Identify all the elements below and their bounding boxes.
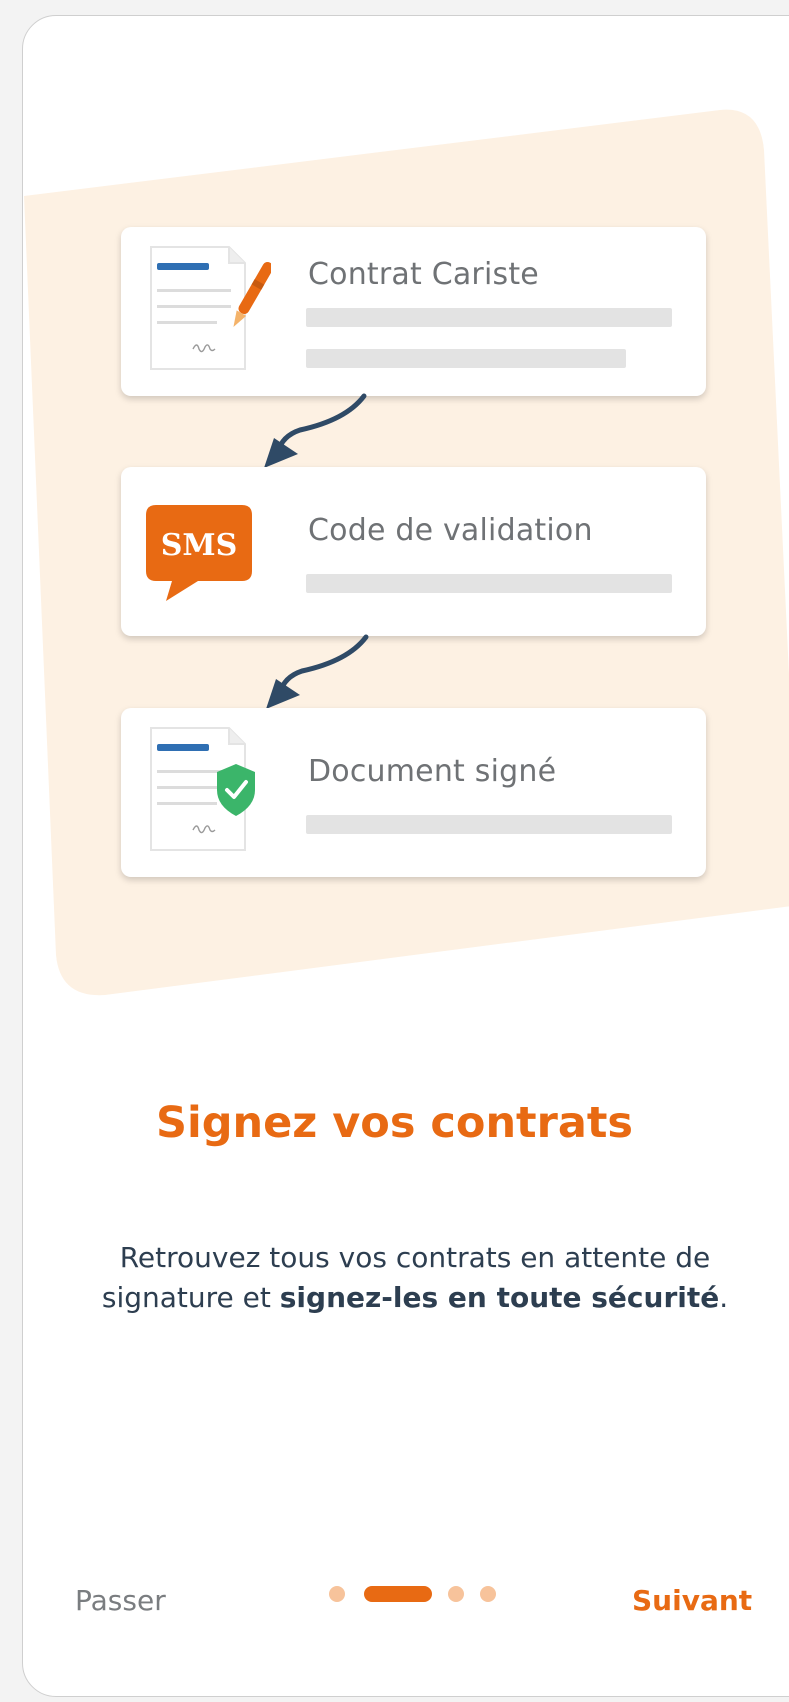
card-title: Code de validation <box>308 513 593 548</box>
skip-button[interactable]: Passer <box>75 1584 166 1617</box>
placeholder-line <box>306 349 626 368</box>
description: Retrouvez tous vos contrats en attente d… <box>95 1238 735 1318</box>
page-dot[interactable] <box>329 1586 345 1602</box>
signing-document-icon <box>150 246 271 370</box>
sms-label: SMS <box>161 528 238 563</box>
description-emphasis: signez-les en toute sécurité <box>279 1281 720 1314</box>
contract-card[interactable]: Contrat Cariste <box>121 227 706 396</box>
placeholder-line <box>306 308 672 327</box>
page-dot[interactable] <box>448 1586 464 1602</box>
description-end: . <box>719 1281 729 1314</box>
card-title: Contrat Cariste <box>308 257 539 292</box>
placeholder-line <box>306 574 672 593</box>
sms-bubble-icon: SMS <box>146 505 252 601</box>
placeholder-line <box>306 815 672 834</box>
signed-document-check-icon <box>150 727 255 851</box>
next-button[interactable]: Suivant <box>632 1584 752 1617</box>
page-title: Signez vos contrats <box>156 1098 633 1148</box>
card-title: Document signé <box>308 754 557 789</box>
signed-document-card[interactable]: Document signé <box>121 708 706 877</box>
page-dot-active[interactable] <box>364 1586 432 1602</box>
page-dot[interactable] <box>480 1586 496 1602</box>
validation-code-card[interactable]: SMS Code de validation <box>121 467 706 636</box>
